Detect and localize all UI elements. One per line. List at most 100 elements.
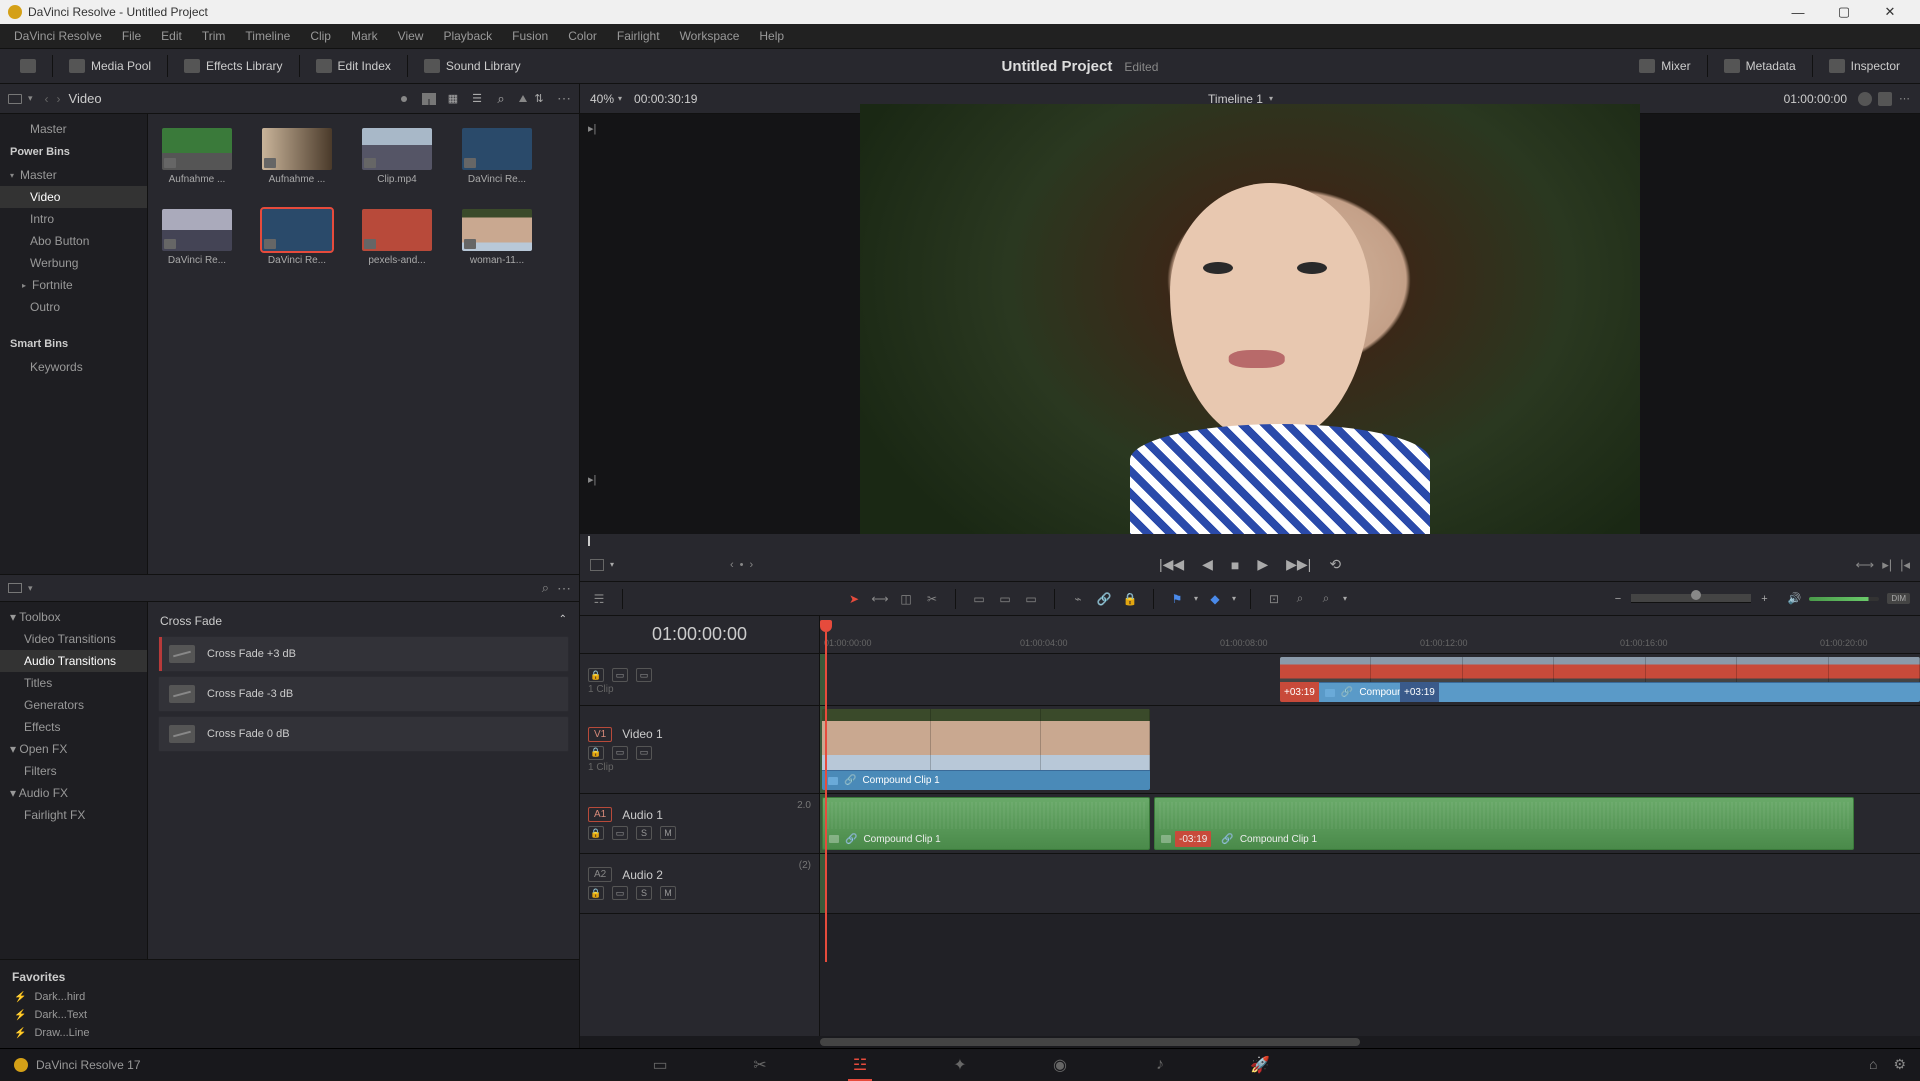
lane-a1[interactable]: 🔗Compound Clip 1 -03:19🔗Compound Clip 1 [820,794,1920,854]
menu-view[interactable]: View [388,26,434,46]
timeline-header-timecode[interactable]: 01:00:00:00 [580,616,819,654]
snapping-icon[interactable]: ⌁ [1069,591,1087,607]
filter-icon[interactable] [519,95,527,102]
menu-help[interactable]: Help [749,26,794,46]
zoom-in-button[interactable]: + [1761,593,1767,605]
play-button[interactable]: ▶ [1257,556,1268,573]
lane-a2[interactable] [820,854,1920,914]
loop-button[interactable]: ⟲ [1329,556,1341,573]
chevron-down-icon[interactable]: ▾ [1232,594,1236,603]
search-icon[interactable]: ⌕ [43,580,549,596]
zoom-slider[interactable] [1631,594,1751,603]
timeline-view-options-icon[interactable]: ☴ [590,591,608,607]
chevron-down-icon[interactable]: ▾ [1343,594,1347,603]
single-viewer-icon[interactable] [1878,92,1892,106]
viewer-zoom[interactable]: 40% [590,92,614,106]
tab-fairlight[interactable]: ♪ [1146,1053,1174,1077]
bypass-grade-icon[interactable] [1858,92,1872,106]
bin-nav-fwd[interactable]: › [57,92,61,106]
fx-toolbox[interactable]: ▾ Toolbox [0,606,147,628]
sound-library-button[interactable]: Sound Library [414,54,531,78]
track-header-a2[interactable]: A2Audio 2 (2) 🔒▭SM [580,854,819,914]
timeline-scrollbar[interactable] [580,1036,1920,1048]
minimize-button[interactable]: — [1776,1,1820,23]
viewer-mode-icon[interactable] [590,559,604,571]
track-toggle[interactable]: ▭ [636,746,652,760]
lock-icon[interactable]: 🔒 [588,746,604,760]
favorite-item[interactable]: ⚡Draw...Line [0,1024,579,1042]
prev-edit-icon[interactable]: |◂ [1900,557,1910,573]
track-toggle[interactable]: ▭ [612,886,628,900]
bin-nav-back[interactable]: ‹ [45,92,49,106]
fx-video-transitions[interactable]: Video Transitions [0,628,147,650]
fx-item-crossfade-plus3[interactable]: Cross Fade +3 dB [158,636,569,672]
menu-fairlight[interactable]: Fairlight [607,26,670,46]
fx-filters[interactable]: Filters [0,760,147,782]
viewer-more-icon[interactable]: ⋯ [1899,92,1910,105]
bin-layout-icon[interactable] [8,94,22,104]
fx-category-header[interactable]: Cross Fade⌃ [158,610,569,636]
tab-cut[interactable]: ✂ [746,1053,774,1077]
lock-icon[interactable]: 🔒 [588,826,604,840]
menu-trim[interactable]: Trim [192,26,236,46]
dim-button[interactable]: DIM [1887,593,1910,604]
jump-last-icon[interactable]: ▸| [588,473,596,486]
marker-icon[interactable]: ◆ [1206,591,1224,607]
metadata-button[interactable]: Metadata [1714,54,1806,78]
fx-openfx[interactable]: ▾ Open FX [0,738,147,760]
next-edit-icon[interactable]: ▸| [1882,557,1892,573]
menu-appname[interactable]: DaVinci Resolve [4,26,112,46]
tab-edit[interactable]: ☳ [846,1053,874,1077]
effects-library-button[interactable]: Effects Library [174,54,292,78]
custom-zoom-icon[interactable]: ⌕ [1317,591,1335,607]
favorite-item[interactable]: ⚡Dark...Text [0,1006,579,1024]
menu-file[interactable]: File [112,26,151,46]
mark-in-out-icon[interactable]: ⟷ [1856,557,1875,573]
filmstrip-view-icon[interactable] [421,91,437,107]
clip-a1-compound1[interactable]: 🔗Compound Clip 1 [822,797,1150,850]
lane-v2[interactable]: +03:19 🔗Compound Cli⬉ +03:19 [820,654,1920,706]
bin-clip[interactable]: Aufnahme ... [262,128,332,185]
project-settings-icon[interactable]: ⚙ [1893,1056,1906,1073]
track-toggle[interactable]: ▭ [612,668,628,682]
tree-master[interactable]: Master [0,118,147,140]
tree-werbung[interactable]: Werbung [0,252,147,274]
mixer-button[interactable]: Mixer [1629,54,1700,78]
menu-fusion[interactable]: Fusion [502,26,558,46]
mute-button[interactable]: M [660,826,676,840]
lane-v1[interactable]: 🔗Compound Clip 1 [820,706,1920,794]
match-frame-pager[interactable]: ‹•› [730,559,753,571]
tree-intro[interactable]: Intro [0,208,147,230]
replace-clip-icon[interactable]: ▭ [1022,591,1040,607]
home-icon[interactable]: ⌂ [1869,1056,1877,1073]
fx-titles[interactable]: Titles [0,672,147,694]
track-toggle[interactable]: ▭ [612,746,628,760]
menu-playback[interactable]: Playback [433,26,502,46]
sidebar-toggle-button[interactable] [10,54,46,78]
tab-media[interactable]: ▭ [646,1053,674,1077]
solo-button[interactable]: S [636,886,652,900]
overwrite-clip-icon[interactable]: ▭ [996,591,1014,607]
tab-color[interactable]: ◉ [1046,1053,1074,1077]
master-timecode[interactable]: 01:00:00:00 [1784,92,1847,106]
chevron-down-icon[interactable]: ▾ [28,93,33,104]
favorites-header[interactable]: Favorites [0,966,579,988]
menu-color[interactable]: Color [558,26,607,46]
favorite-item[interactable]: ⚡Dark...hird [0,988,579,1006]
sort-icon[interactable]: ⇅ [531,91,547,107]
trim-tool[interactable]: ⟷ [871,591,889,607]
viewer-scrubber[interactable] [580,534,1920,548]
menu-edit[interactable]: Edit [151,26,192,46]
source-timecode[interactable]: 00:00:30:19 [634,92,697,106]
tree-pb-master[interactable]: ▾Master [0,164,147,186]
bin-clip[interactable]: Clip.mp4 [362,128,432,185]
bin-clip[interactable]: DaVinci Re... [462,128,532,185]
edit-index-button[interactable]: Edit Index [306,54,401,78]
bin-more-icon[interactable]: ⋯ [557,90,571,107]
bin-clip[interactable]: woman-11... [462,209,532,266]
detail-zoom-icon[interactable]: ⌕ [1291,591,1309,607]
fx-audio-transitions[interactable]: Audio Transitions [0,650,147,672]
lock-icon[interactable]: 🔒 [588,886,604,900]
menu-clip[interactable]: Clip [300,26,341,46]
tree-keywords[interactable]: Keywords [0,356,147,378]
